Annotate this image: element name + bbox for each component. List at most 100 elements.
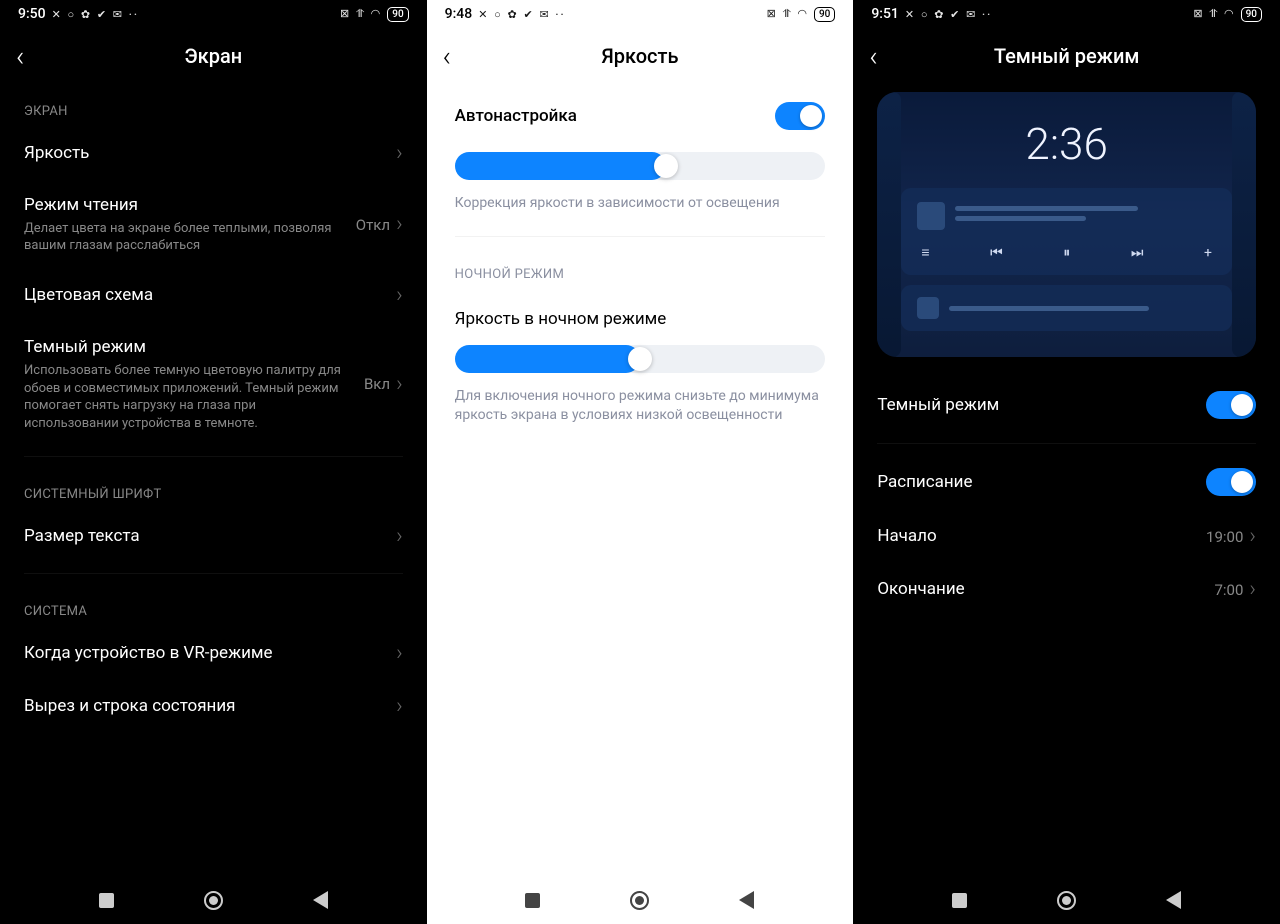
preview-clock: 2:36	[901, 118, 1232, 170]
status-bar: 9:50 ✕ ○ ✿ ✔ ✉ ·· ⊠ ⥣ ◠ 90	[0, 0, 427, 28]
phone-screen-display: 9:50 ✕ ○ ✿ ✔ ✉ ·· ⊠ ⥣ ◠ 90 ‹ Экран ЭКРАН…	[0, 0, 427, 924]
toggle-auto-adjust[interactable]	[775, 102, 825, 130]
row-title: Вырез и строка состояния	[24, 695, 396, 718]
row-auto-adjust: Автонастройка	[455, 84, 826, 142]
row-schedule-start[interactable]: Начало 19:00 ›	[877, 510, 1256, 563]
toggle-dark-mode[interactable]	[1206, 391, 1256, 419]
status-bar: 9:48 ✕ ○ ✿ ✔ ✉ ·· ⊠ ⥣ ◠ 90	[427, 0, 854, 28]
row-title: Автонастройка	[455, 105, 776, 128]
row-title: Яркость	[24, 142, 396, 165]
plus-icon: +	[1204, 245, 1212, 261]
notif-icon	[917, 297, 939, 319]
page-title: Экран	[0, 44, 427, 68]
status-icons-left: ✕ ○ ✿ ✔ ✉ ··	[52, 8, 139, 21]
row-vr-mode[interactable]: Когда устройство в VR-режиме ›	[24, 627, 403, 680]
preview-notif-card	[901, 285, 1232, 331]
chevron-right-icon: ›	[1249, 577, 1256, 602]
row-title: Темный режим	[24, 336, 364, 359]
chevron-right-icon: ›	[396, 694, 403, 719]
desc-auto: Коррекция яркости в зависимости от освещ…	[455, 194, 826, 226]
status-icons-left: ✕ ○ ✿ ✔ ✉ ··	[478, 8, 565, 21]
chevron-right-icon: ›	[396, 524, 403, 549]
row-value: Откл	[356, 216, 390, 234]
status-icons-left: ✕ ○ ✿ ✔ ✉ ··	[905, 8, 992, 21]
row-desc: Делает цвета на экране более теплыми, по…	[24, 220, 344, 255]
nav-home-icon[interactable]	[630, 891, 649, 910]
status-icons-right: ⊠ ⥣ ◠	[767, 7, 809, 21]
nav-bar	[427, 876, 854, 924]
nav-recent-icon[interactable]	[99, 893, 114, 908]
row-value: Вкл	[364, 375, 390, 393]
preview-music-card: ≡ ⏮ ⏸ ⏭ +	[901, 188, 1232, 275]
row-notch[interactable]: Вырез и строка состояния ›	[24, 680, 403, 733]
status-icons-right: ⊠ ⥣ ◠	[1193, 7, 1235, 21]
nav-bar	[853, 876, 1280, 924]
content: ЭКРАН Яркость › Режим чтения Делает цвет…	[0, 84, 427, 876]
row-title: Размер текста	[24, 525, 396, 548]
status-icons-right: ⊠ ⥣ ◠	[340, 7, 382, 21]
divider	[877, 443, 1256, 444]
status-bar: 9:51 ✕ ○ ✿ ✔ ✉ ·· ⊠ ⥣ ◠ 90	[853, 0, 1280, 28]
battery-icon: 90	[1241, 7, 1262, 22]
battery-icon: 90	[387, 7, 408, 22]
row-value: 7:00	[1214, 581, 1243, 599]
chevron-right-icon: ›	[396, 372, 403, 397]
back-button[interactable]: ‹	[443, 40, 451, 73]
album-art-icon	[917, 202, 945, 230]
dark-mode-preview: 2:36 ≡ ⏮ ⏸ ⏭ +	[877, 92, 1256, 357]
row-schedule-toggle: Расписание	[877, 454, 1256, 510]
status-time: 9:51	[871, 6, 899, 22]
night-brightness-slider[interactable]	[455, 345, 826, 373]
row-title: Окончание	[877, 578, 1214, 601]
pause-icon: ⏸	[1063, 245, 1070, 261]
nav-recent-icon[interactable]	[525, 893, 540, 908]
row-title: Яркость в ночном режиме	[455, 308, 826, 331]
brightness-slider[interactable]	[455, 152, 826, 180]
row-value: 19:00	[1206, 528, 1243, 546]
section-screen: ЭКРАН	[24, 84, 403, 127]
row-dark-mode[interactable]: Темный режим Использовать более темную ц…	[24, 322, 403, 446]
row-title: Когда устройство в VR-режиме	[24, 642, 396, 665]
chevron-right-icon: ›	[396, 141, 403, 166]
section-system: СИСТЕМА	[24, 584, 403, 627]
nav-back-icon[interactable]	[739, 891, 754, 909]
row-schedule-end[interactable]: Окончание 7:00 ›	[877, 563, 1256, 616]
menu-icon: ≡	[921, 244, 929, 261]
desc-night: Для включения ночного режима снизьте до …	[455, 387, 826, 438]
page-title: Темный режим	[853, 44, 1280, 68]
prev-icon: ⏮	[990, 245, 1003, 261]
chevron-right-icon: ›	[396, 283, 403, 308]
back-button[interactable]: ‹	[16, 40, 24, 73]
nav-bar	[0, 876, 427, 924]
row-color-scheme[interactable]: Цветовая схема ›	[24, 269, 403, 322]
toggle-schedule[interactable]	[1206, 468, 1256, 496]
back-button[interactable]: ‹	[869, 40, 877, 73]
next-icon: ⏭	[1131, 245, 1144, 261]
section-night: НОЧНОЙ РЕЖИМ	[455, 247, 826, 290]
row-text-size[interactable]: Размер текста ›	[24, 510, 403, 563]
nav-home-icon[interactable]	[1057, 891, 1076, 910]
phone-screen-dark-mode: 9:51 ✕ ○ ✿ ✔ ✉ ·· ⊠ ⥣ ◠ 90 ‹ Темный режи…	[853, 0, 1280, 924]
row-brightness[interactable]: Яркость ›	[24, 127, 403, 180]
header: ‹ Экран	[0, 28, 427, 84]
row-reading-mode[interactable]: Режим чтения Делает цвета на экране боле…	[24, 180, 403, 269]
page-title: Яркость	[427, 44, 854, 68]
battery-icon: 90	[814, 7, 835, 22]
row-title: Цветовая схема	[24, 284, 396, 307]
divider	[24, 573, 403, 574]
header: ‹ Темный режим	[853, 28, 1280, 84]
section-font: СИСТЕМНЫЙ ШРИФТ	[24, 467, 403, 510]
row-night-brightness: Яркость в ночном режиме	[455, 290, 826, 335]
header: ‹ Яркость	[427, 28, 854, 84]
chevron-right-icon: ›	[396, 212, 403, 237]
row-dark-mode-toggle: Темный режим	[877, 377, 1256, 433]
row-title: Начало	[877, 525, 1206, 548]
nav-home-icon[interactable]	[204, 891, 223, 910]
nav-back-icon[interactable]	[1166, 891, 1181, 909]
row-desc: Использовать более темную цветовую палит…	[24, 362, 344, 432]
nav-recent-icon[interactable]	[952, 893, 967, 908]
content: 2:36 ≡ ⏮ ⏸ ⏭ +	[853, 84, 1280, 876]
chevron-right-icon: ›	[1249, 524, 1256, 549]
status-time: 9:48	[445, 6, 473, 22]
nav-back-icon[interactable]	[313, 891, 328, 909]
